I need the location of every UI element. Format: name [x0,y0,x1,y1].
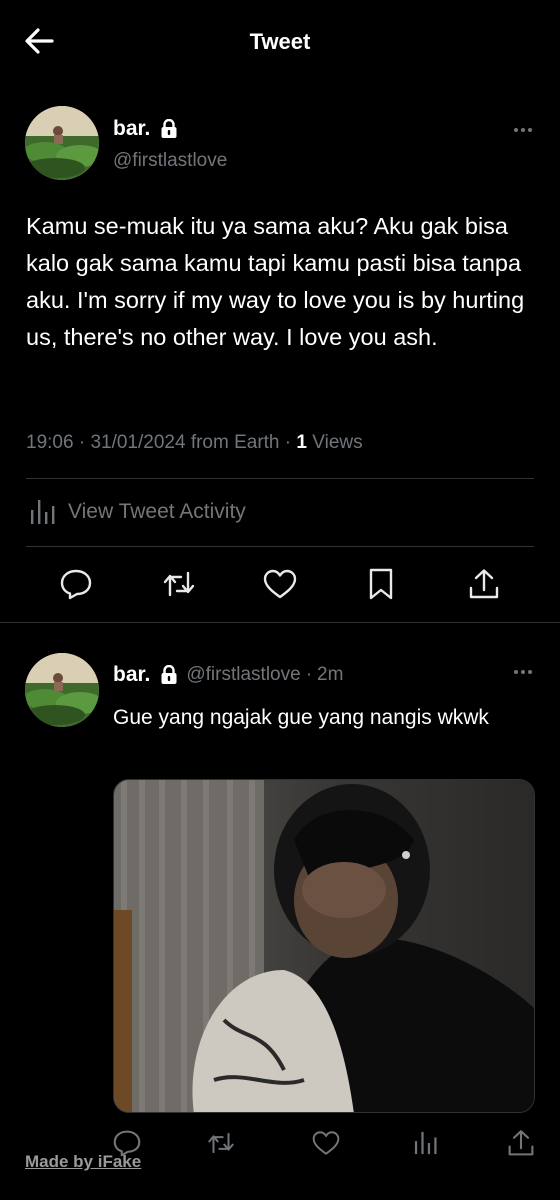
reply-share-button[interactable] [501,1123,541,1163]
tweet-meta: 19:06 · 31/01/2024 from Earth · 1 Views [26,432,363,453]
view-activity-label: View Tweet Activity [68,500,246,523]
watermark: Made by iFake [25,1152,142,1171]
like-icon [263,569,297,599]
like-icon [312,1131,340,1155]
author-avatar[interactable] [25,106,99,180]
bar-chart-icon [414,1131,437,1155]
retweet-icon [208,1132,234,1154]
share-button[interactable] [464,564,504,604]
reply-button[interactable] [56,564,96,604]
bookmark-icon [369,568,393,600]
reply-views-button[interactable] [406,1123,446,1163]
top-bar: Tweet [0,0,560,84]
reply-handle[interactable]: @firstlastlove [186,664,300,686]
reply-age[interactable]: 2m [317,664,343,686]
reply-retweet-button[interactable] [201,1123,241,1163]
reply-author-avatar[interactable] [25,653,99,727]
author-handle[interactable]: @firstlastlove [113,150,227,172]
page-title: Tweet [249,29,311,54]
reply-header: bar. @firstlastlove · 2m [113,663,343,687]
share-icon [508,1130,534,1156]
tweet-source: from Earth [190,432,280,453]
divider [26,546,534,547]
retweet-icon [163,571,195,597]
divider [26,478,534,479]
retweet-button[interactable] [159,564,199,604]
reply-media-photo[interactable] [113,779,535,1113]
section-divider [0,622,560,623]
author-display-name[interactable]: bar. [113,117,150,141]
author-name-row: bar. [113,117,178,141]
bookmark-button[interactable] [361,564,401,604]
bar-chart-icon [31,500,55,524]
more-dots-icon[interactable] [514,128,532,132]
reply-icon [60,569,92,600]
lock-icon [160,119,178,139]
view-activity-button[interactable]: View Tweet Activity [30,498,246,526]
reply-like-button[interactable] [306,1123,346,1163]
like-button[interactable] [260,564,300,604]
reply-display-name[interactable]: bar. [113,663,150,687]
tweet-date[interactable]: 31/01/2024 [90,432,185,453]
separator-dot: · [305,664,313,685]
share-icon [469,569,499,599]
lock-icon [160,665,178,685]
tweet-text: Kamu se-muak itu ya sama aku? Aku gak bi… [26,213,525,350]
tweet-time[interactable]: 19:06 [26,432,74,453]
views-count: 1 [296,432,307,453]
reply-text: Gue yang ngajak gue yang nangis wkwk [113,706,489,729]
more-dots-icon[interactable] [514,670,532,674]
views-label: Views [312,432,363,453]
